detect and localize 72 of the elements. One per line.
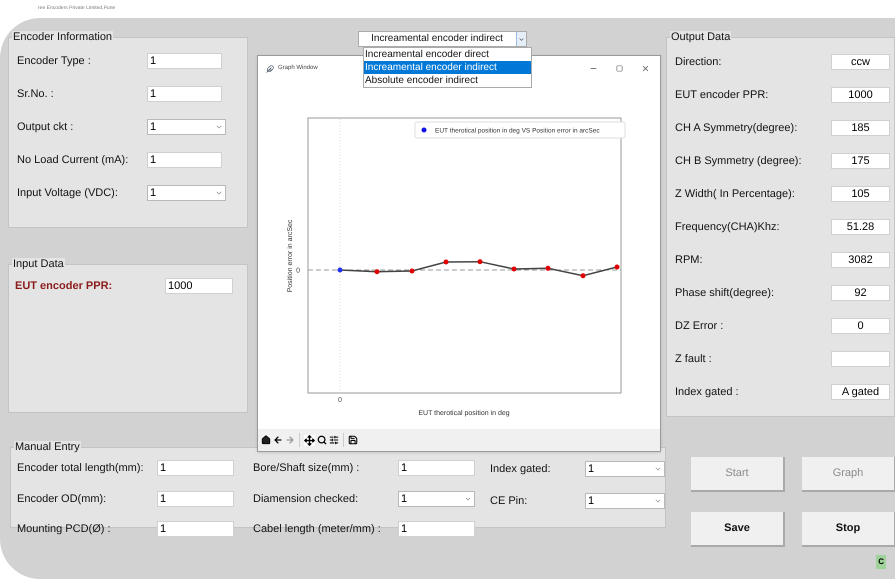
maximize-icon[interactable] [616, 65, 623, 72]
field-label: DZ Error : [675, 318, 724, 334]
search-icon[interactable] [317, 435, 327, 445]
dropdown-field[interactable]: 1 [585, 493, 665, 509]
field-label: Frequency(CHA)Khz: [675, 220, 781, 235]
sliders-icon[interactable] [329, 435, 339, 445]
field-label: RPM: [675, 252, 704, 268]
panel-title: Manual Entry [14, 441, 81, 454]
field-label: Output ckt : [17, 120, 74, 135]
dropdown-field[interactable]: 1 [585, 461, 665, 477]
input-field[interactable]: 1 [157, 521, 234, 538]
dropdown-field[interactable]: 1 [398, 490, 475, 507]
panel-title: Output Data [670, 31, 732, 44]
chevron-icon [654, 465, 662, 473]
move-icon[interactable] [304, 434, 315, 446]
dropdown-field[interactable]: 1 [147, 119, 226, 135]
input-field[interactable]: 0 [831, 318, 890, 334]
field-label: Mounting PCD(Ø) : [17, 522, 112, 537]
save-icon[interactable] [348, 435, 358, 445]
chevron-icon [215, 123, 223, 131]
input-field[interactable]: 105 [831, 186, 890, 202]
field-label: Sr.No. : [17, 86, 55, 102]
input-field[interactable] [831, 351, 890, 367]
field-label: Diamension checked: [253, 492, 360, 506]
input-field[interactable]: 1 [398, 460, 475, 476]
input-field[interactable]: ccw [831, 54, 890, 70]
input-field[interactable]: 1000 [831, 87, 890, 103]
field-label: Phase shift(degree): [675, 286, 776, 301]
action-button[interactable]: Save [691, 512, 785, 547]
field-label: Z fault : [675, 352, 713, 367]
field-label: Encoder OD(mm): [17, 492, 108, 506]
field-label: Z Width( In Percentage): [675, 186, 796, 202]
input-field[interactable]: 51.28 [831, 219, 890, 235]
input-field[interactable]: 1 [398, 521, 475, 538]
chevron-icon [215, 189, 223, 197]
chevron-icon [654, 497, 662, 505]
field-label: Bore/Shaft size(mm) : [253, 461, 360, 476]
feather-icon [266, 64, 274, 72]
input-field[interactable]: 1 [147, 53, 222, 69]
close-icon[interactable] [641, 64, 650, 73]
dropdown-option[interactable]: Increamental encoder direct [364, 48, 531, 61]
input-field[interactable]: 1 [147, 86, 222, 102]
dropdown-option[interactable]: Absolute encoder indirect [364, 74, 531, 87]
dropdown-option[interactable]: Increamental encoder indirect [364, 61, 531, 74]
action-button[interactable]: Stop [802, 512, 895, 547]
field-label: Input Voltage (VDC): [17, 186, 119, 201]
input-field[interactable]: 92 [831, 285, 890, 301]
input-field[interactable]: 1000 [165, 278, 233, 294]
field-label: Encoder Type : [17, 54, 92, 69]
home-icon[interactable] [261, 435, 271, 445]
field-label: CH B Symmetry (degree): [675, 154, 803, 169]
input-field[interactable]: 1 [147, 152, 222, 168]
field-label: EUT encoder PPR: [675, 88, 770, 103]
field-label: CH A Symmetry(degree): [675, 120, 798, 136]
input-field[interactable]: 185 [831, 120, 890, 136]
field-label: Cabel length (meter/mm) : [253, 522, 382, 537]
back-arrow-icon[interactable] [273, 435, 283, 445]
input-field[interactable]: A gated [831, 384, 890, 400]
status-badge: C [876, 555, 886, 569]
dropdown-field[interactable]: 1 [147, 185, 226, 201]
field-label: Index gated: [490, 462, 552, 477]
input-field[interactable]: 175 [831, 153, 890, 169]
input-field[interactable]: 1 [157, 490, 234, 507]
field-label: No Load Current (mA): [17, 152, 130, 168]
field-label: CE Pin: [490, 494, 528, 509]
field-label: Encoder total length(mm): [17, 461, 145, 476]
panel-title: Input Data [12, 258, 65, 271]
field-label: EUT encoder PPR: [15, 278, 114, 294]
input-field[interactable]: 1 [157, 460, 234, 476]
field-label: Index gated : [675, 384, 740, 400]
input-field[interactable]: 3082 [831, 252, 890, 268]
field-label: Direction: [675, 54, 722, 70]
